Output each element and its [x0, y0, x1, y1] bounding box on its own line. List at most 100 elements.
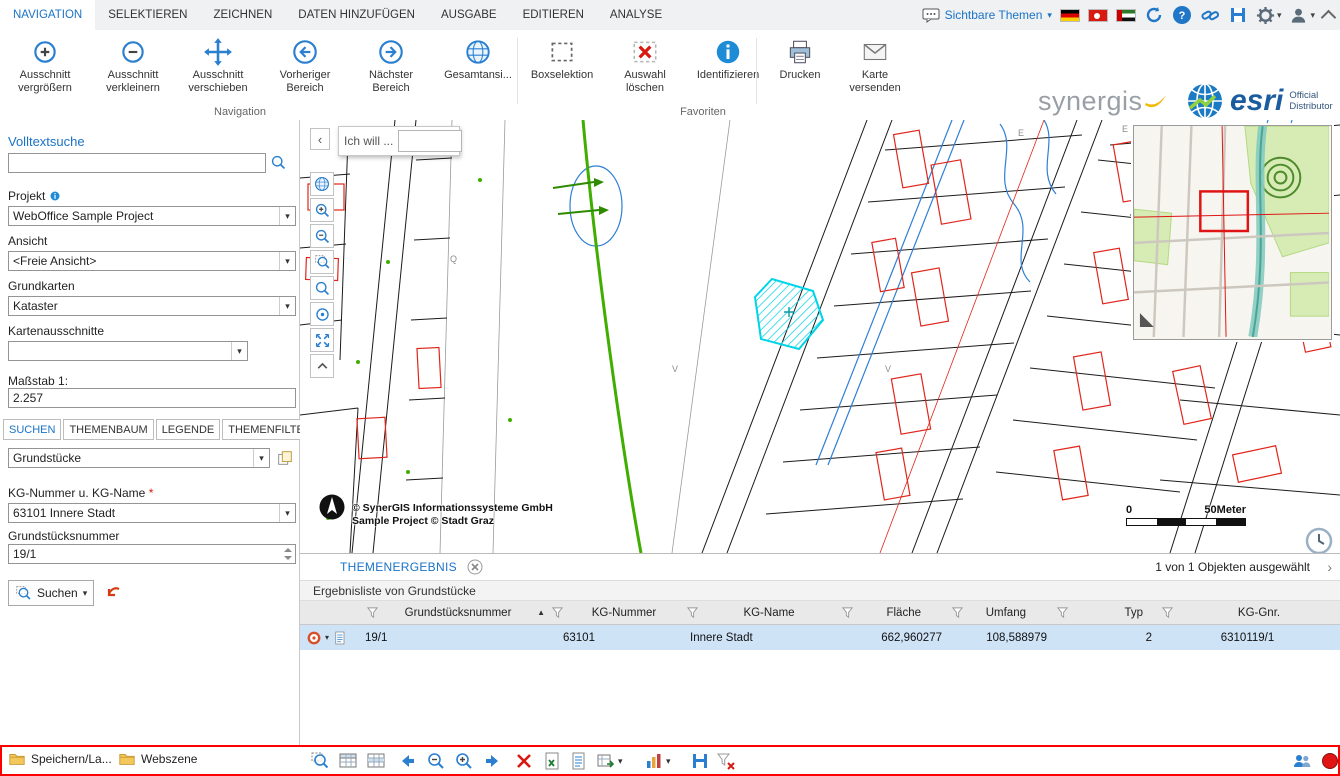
tab-daten-hinzufuegen[interactable]: DATEN HINZUFÜGEN — [285, 0, 428, 30]
send-map-button[interactable]: Karteversenden — [833, 35, 917, 95]
tab-legende[interactable]: LEGENDE — [156, 419, 221, 440]
zoom-out-button[interactable]: Ausschnittverkleinern — [91, 35, 175, 95]
layers-copy-icon[interactable] — [276, 449, 294, 467]
save-load-button[interactable]: Speichern/La... — [8, 750, 112, 768]
map-extents-select[interactable]: ▾ — [8, 341, 248, 361]
column-kg-gnr[interactable]: KG-Gnr. — [1155, 601, 1340, 624]
map-globe-button[interactable] — [310, 172, 334, 196]
info-icon[interactable] — [49, 190, 61, 202]
settings-dropdown[interactable]: ▾ — [1256, 6, 1282, 25]
visible-themes-dropdown[interactable]: Sichtbare Themen ▾ — [922, 8, 1052, 23]
caret-down-icon[interactable]: ▾ — [666, 756, 671, 767]
clear-filter-icon[interactable] — [716, 751, 736, 771]
tab-themenbaum[interactable]: THEMENBAUM — [63, 419, 153, 440]
print-button[interactable]: Drucken — [758, 35, 842, 82]
map-center-button[interactable] — [310, 302, 334, 326]
reset-search-icon[interactable] — [104, 582, 124, 602]
column-typ[interactable]: Typ — [1050, 601, 1155, 624]
tab-ausgabe[interactable]: AUSGABE — [428, 0, 510, 30]
filter-funnel-icon[interactable] — [1056, 606, 1069, 619]
record-status-icon[interactable] — [1320, 751, 1340, 771]
flag-german-icon[interactable] — [1060, 9, 1080, 22]
zoom-in-button[interactable]: Ausschnittvergrößern — [3, 35, 87, 95]
filter-funnel-icon[interactable] — [951, 606, 964, 619]
record-detail-icon[interactable] — [332, 630, 347, 646]
chevron-right-icon[interactable]: › — [1327, 559, 1332, 575]
basemap-select[interactable]: Kataster▾ — [8, 296, 296, 316]
tab-editieren[interactable]: EDITIEREN — [510, 0, 597, 30]
box-selection-button[interactable]: Boxselektion — [520, 35, 604, 82]
close-results-icon[interactable] — [467, 559, 483, 575]
tab-selektieren[interactable]: SELEKTIEREN — [95, 0, 200, 30]
i-want-to-input[interactable] — [398, 130, 462, 152]
fulltext-search-input[interactable] — [8, 153, 266, 173]
next-record-icon[interactable] — [482, 751, 502, 771]
overview-map[interactable] — [1133, 125, 1332, 340]
table-select-icon[interactable] — [366, 751, 386, 771]
column-grundstuecksnummer[interactable]: Grundstücksnummer▲ — [360, 601, 545, 624]
parcel-number-input[interactable] — [8, 544, 296, 564]
export-excel-icon[interactable] — [542, 751, 562, 771]
search-icon[interactable] — [270, 154, 287, 171]
filter-funnel-icon[interactable] — [841, 606, 854, 619]
map-zoom-in-button[interactable] — [310, 198, 334, 222]
user-dropdown[interactable]: ▾ — [1289, 6, 1315, 25]
column-flaeche[interactable]: Fläche — [835, 601, 945, 624]
table-view-icon[interactable] — [338, 751, 358, 771]
time-slider-icon[interactable] — [1304, 526, 1334, 553]
report-icon[interactable] — [568, 751, 588, 771]
column-kg-nummer[interactable]: KG-Nummer — [545, 601, 680, 624]
filter-funnel-icon[interactable] — [1161, 606, 1174, 619]
map-magnifier-button[interactable] — [310, 276, 334, 300]
zoom-to-selection-icon[interactable] — [310, 751, 330, 771]
refresh-icon[interactable] — [1144, 5, 1164, 25]
map-zoom-box-button[interactable] — [310, 250, 334, 274]
next-extent-button[interactable]: NächsterBereich — [349, 35, 433, 95]
spinner-icon[interactable] — [282, 547, 294, 561]
collapse-ribbon-icon[interactable] — [1321, 9, 1337, 25]
zoom-out-record-icon[interactable] — [426, 751, 446, 771]
search-button[interactable]: Suchen ▾ — [8, 580, 94, 606]
table-row[interactable]: ▾ 19/1 63101 Innere Stadt 662,960277 108… — [300, 625, 1340, 650]
i-want-to-widget[interactable]: Ich will ... — [338, 126, 460, 156]
column-umfang[interactable]: Umfang — [945, 601, 1050, 624]
map-full-extent-button[interactable] — [310, 328, 334, 352]
previous-extent-button[interactable]: VorherigerBereich — [263, 35, 347, 95]
filter-funnel-icon[interactable] — [686, 606, 699, 619]
kg-select[interactable]: 63101 Innere Stadt▾ — [8, 503, 296, 523]
link-icon[interactable] — [1200, 5, 1220, 25]
map-zoom-out-button[interactable] — [310, 224, 334, 248]
tab-analyse[interactable]: ANALYSE — [597, 0, 675, 30]
export-table-icon[interactable] — [596, 751, 616, 771]
caret-down-icon[interactable]: ▾ — [325, 633, 329, 642]
column-kg-name[interactable]: KG-Name — [680, 601, 835, 624]
collapse-sidebar-button[interactable]: ‹ — [310, 128, 330, 150]
full-extent-button[interactable]: Gesamtansi... — [436, 35, 520, 82]
locate-record-icon[interactable] — [306, 630, 322, 646]
tab-navigation[interactable]: NAVIGATION — [0, 0, 95, 30]
previous-record-icon[interactable] — [398, 751, 418, 771]
caret-down-icon[interactable]: ▾ — [618, 756, 623, 767]
fulltext-search-link[interactable]: Volltextsuche — [8, 134, 85, 149]
users-icon[interactable] — [1292, 751, 1312, 771]
help-icon[interactable]: ? — [1172, 5, 1192, 25]
filter-funnel-icon[interactable] — [551, 606, 564, 619]
pan-button[interactable]: Ausschnittverschieben — [176, 35, 260, 95]
map-strip-collapse-button[interactable] — [310, 354, 334, 378]
save-table-icon[interactable] — [690, 751, 710, 771]
flag-turkish-icon[interactable] — [1088, 9, 1108, 22]
save-icon[interactable] — [1228, 5, 1248, 25]
tab-zeichnen[interactable]: ZEICHNEN — [200, 0, 285, 30]
chart-icon[interactable] — [644, 751, 664, 771]
webscene-button[interactable]: Webszene — [118, 750, 197, 768]
map-viewport[interactable]: EEE VQV ‹ Ich will ... — [300, 120, 1340, 553]
search-layer-select[interactable]: Grundstücke▾ — [8, 448, 270, 468]
zoom-in-record-icon[interactable] — [454, 751, 474, 771]
tab-suchen[interactable]: SUCHEN — [3, 419, 61, 440]
remove-selection-icon[interactable] — [514, 751, 534, 771]
flag-arabic-icon[interactable] — [1116, 9, 1136, 22]
filter-funnel-icon[interactable] — [366, 606, 379, 619]
scale-input[interactable] — [8, 388, 296, 408]
project-select[interactable]: WebOffice Sample Project▾ — [8, 206, 296, 226]
theme-result-tab[interactable]: THEMENERGEBNIS — [340, 560, 457, 574]
